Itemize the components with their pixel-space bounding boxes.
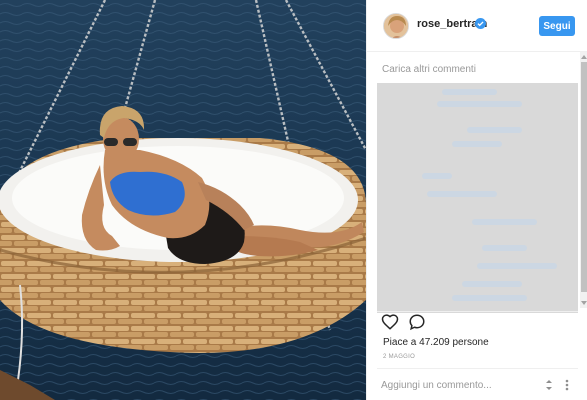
load-more-comments-link[interactable]: Carica altri commenti [382,64,476,75]
avatar[interactable] [383,13,409,39]
post-actions [381,313,441,333]
post-photo-image [0,0,366,400]
likes-count[interactable]: Piace a 47.209 persone [383,337,489,348]
comments-list-redacted [377,83,578,313]
avatar-image [384,14,408,38]
divider [377,311,578,312]
heart-outline-icon[interactable] [381,313,399,331]
post-header: rose_bertram Segui [367,0,587,52]
speech-bubble-icon[interactable] [408,313,426,331]
post-photo[interactable] [0,0,366,400]
add-comment-input[interactable] [381,377,531,393]
post-date: 2 MAGGIO [383,354,416,360]
more-options-icon[interactable] [543,378,555,392]
post-side-panel: rose_bertram Segui Carica altri commenti [366,0,587,400]
verified-badge-icon [475,18,486,29]
scroll-up-arrow-icon[interactable] [581,55,587,59]
comments-scrollbar[interactable] [580,52,587,308]
scroll-down-arrow-icon[interactable] [581,301,587,305]
expand-icon[interactable] [562,378,572,392]
follow-button[interactable]: Segui [539,16,575,36]
divider [377,368,578,369]
scrollbar-thumb[interactable] [581,62,587,292]
